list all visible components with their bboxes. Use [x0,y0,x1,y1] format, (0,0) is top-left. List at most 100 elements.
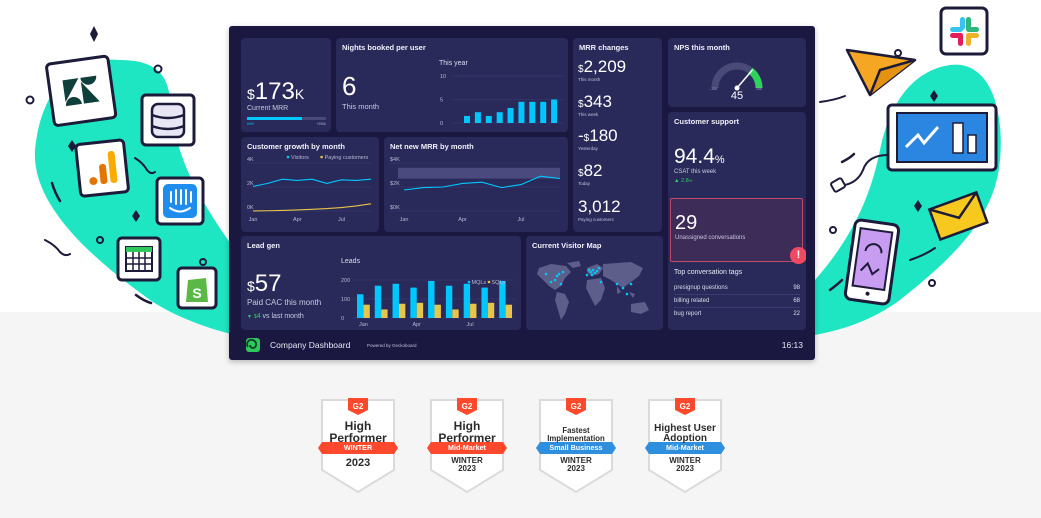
outputs-illustration [815,6,1001,335]
axis-tick-label: $4K [390,157,400,163]
axis-tick-label: Jan [400,217,409,223]
axis-tick-label: Jan [249,217,258,223]
axis-tick-label: Apr [458,217,467,223]
monitor-chart-icon [886,103,998,172]
sql-bar [381,309,388,318]
tag-count: 68 [793,298,800,304]
badge-ribbon-label: Mid-Market [666,443,704,452]
badge-footer: WINTER 2023 [451,456,483,474]
sql-bar [416,302,424,318]
axis-tick-label: 0 [341,316,344,322]
axis-tick-label: Jul [467,322,474,328]
tag-row[interactable]: presignup questions 98 [674,282,800,295]
customer-growth-card[interactable]: Customer growth by month 4K 2K 0K Jan Apr Jul… [241,137,379,232]
sparkle-icon [90,26,98,42]
card-title: NPS this month [674,43,730,52]
nights-label: This month [342,102,380,111]
mrr-progress-right-label: +250k [316,122,326,126]
g2-logo-text: G2 [462,402,473,411]
card-title: Net new MRR by month [390,142,474,151]
axis-tick-label: 10 [440,74,446,80]
legend-marker [467,280,471,284]
company-dashboard: $173K Current MRR 69% +250k Nights booke… [229,26,815,360]
badge-ribbon-label: Small Business [549,443,603,452]
sql-bar [363,304,370,318]
mrr-change-value: $343 [578,92,612,111]
tag-name: bug report [674,311,702,317]
sql-bar [487,302,495,318]
g2-award-badge: G2 Fastest Implementation Small Business WIN… [536,398,616,494]
mrr-change-item: -$180 Yesterday [578,127,618,151]
mql-bar [410,287,417,318]
mql-bar [357,294,364,318]
g2-award-badge: G2 High Performer WINTER 2023 [318,398,398,494]
card-title: Lead gen [247,241,280,250]
cac-value: $57 [247,270,282,297]
nights-value: 6 [342,71,357,101]
current-mrr-card[interactable]: $173K Current MRR 69% +250k [241,38,331,132]
card-title: MRR changes [579,43,629,52]
mrr-change-label: This week [578,112,599,117]
badge-footer: WINTER 2023 [669,456,701,474]
axis-tick-label: 100 [341,297,350,303]
tags-title: Top conversation tags [674,269,743,276]
sql-bar [434,304,441,318]
customer-support-card[interactable]: Customer support 94.4% CSAT this week ▲ … [668,112,806,330]
axis-tick-label: Apr [293,217,302,223]
up-triangle-icon: ▲ [674,178,680,184]
legend-marker [320,155,323,159]
google-analytics-icon [74,138,130,198]
net-new-mrr-card[interactable]: Net new MRR by month $4K $2K $0K Jan Apr Jul [384,137,568,232]
leads-chart-title: Leads [341,258,361,265]
csat-label: CSAT this week [674,169,717,175]
card-title: Nights booked per user [342,43,426,52]
axis-tick-label: $0K [390,205,400,211]
bar [551,99,558,123]
database-icon [140,93,196,147]
nights-booked-card[interactable]: Nights booked per user 6 This month This… [336,38,568,132]
mrr-change-value: -$180 [578,126,618,145]
g2-logo-text: G2 [680,402,691,411]
lead-gen-card[interactable]: Lead gen $57 Paid CAC this month ▼ $4 vs… [241,236,521,330]
integrations-illustration: S [25,26,235,335]
badge-title: High Performer [329,419,387,446]
visitors-line [252,178,372,187]
mql-bar [499,280,506,318]
zendesk-icon [45,54,118,127]
mrr-change-item: 3,012 Paying customers [578,198,621,222]
g2-logo-text: G2 [571,402,582,411]
visitor-map-card[interactable]: Current Visitor Map [526,236,663,330]
g2-award-badge: G2 High Performer Mid-Market WINTER 2023 [427,398,507,494]
card-title: Customer growth by month [247,142,345,151]
tag-row[interactable]: billing related 68 [674,295,800,308]
tag-row[interactable]: bug report 22 [674,308,800,321]
badge-ribbon-label: Mid-Market [448,443,486,452]
tag-name: presignup questions [674,285,728,291]
axis-tick-label: 200 [341,278,350,284]
mrr-progress-fill [247,117,302,120]
dashboard-footer: Company Dashboard Powered by Geckoboard … [229,330,815,360]
shopify-icon: S [176,266,218,310]
axis-tick-label: $2K [390,181,400,187]
mql-bar [445,285,453,318]
tag-count: 22 [793,311,800,317]
legend-marker [487,280,491,284]
unassigned-label: Unassigned conversations [675,235,746,241]
gauge-positive-zone [748,67,763,89]
legend-label: Paying customers [325,155,369,161]
unassigned-alert-box[interactable]: 29 Unassigned conversations [670,198,803,262]
leads-bar-chart: 200 100 0 Jan Apr Jul MQLs SQLs [341,278,515,328]
badge-footer: 2023 [345,457,371,469]
axis-tick-label: 0K [247,205,254,211]
nps-card[interactable]: NPS this month -100 100 45 [668,38,806,107]
axis-tick-label: 5 [440,98,443,104]
mrr-change-item: $343 This week [578,93,612,117]
bar [529,101,536,123]
target-band [398,167,560,179]
tag-name: billing related [674,298,710,304]
paper-plane-icon [845,48,917,97]
paying-customers-line [252,203,372,212]
gauge-needle [736,69,754,89]
geckoboard-logo-icon [246,338,260,352]
mrr-changes-card[interactable]: MRR changes $2,209 This month $343 This wee… [573,38,662,232]
